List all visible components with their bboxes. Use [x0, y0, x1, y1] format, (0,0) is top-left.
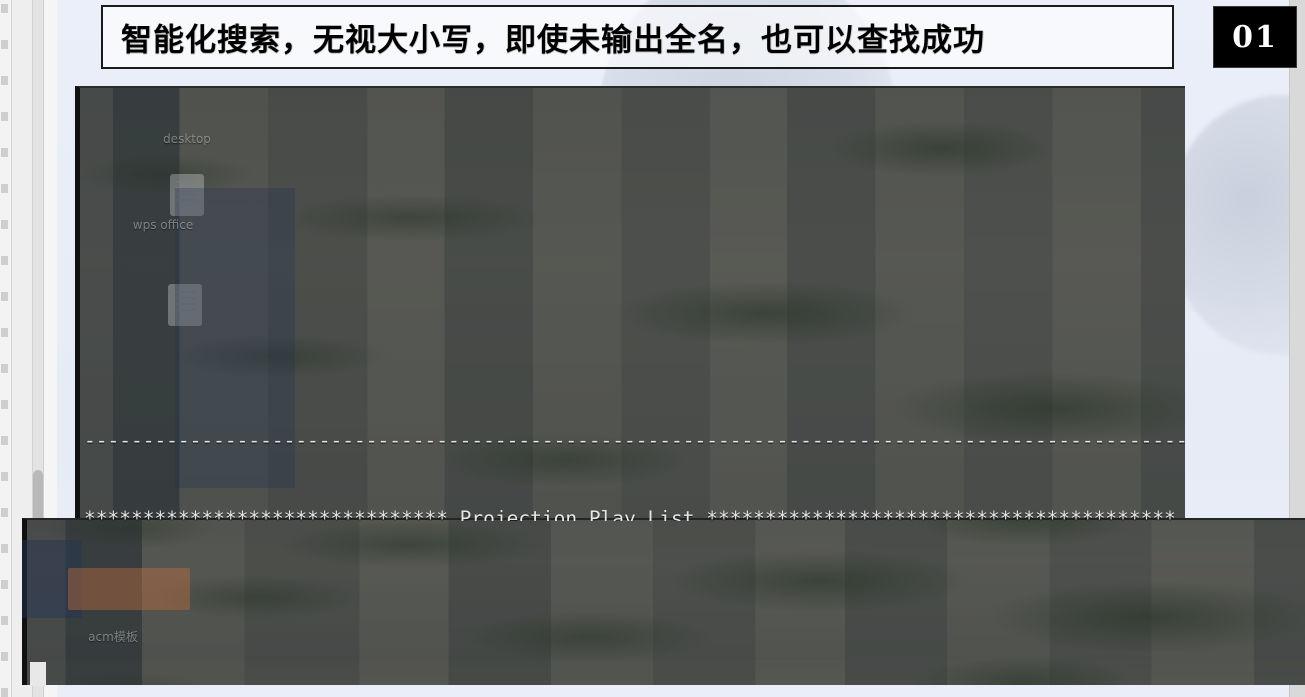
editor-left-rail: [0, 0, 12, 697]
result-terminal-content: **************** pig Play List *********…: [27, 650, 1305, 685]
result-terminal-window[interactable]: **************** pig Play List *********…: [22, 518, 1305, 685]
main-terminal-content: ----------------------------------------…: [80, 374, 1185, 521]
screenshot-root: 智能化搜索，无视大小写，即使未输出全名，也可以查找成功 01 desktop w…: [0, 0, 1305, 697]
slide-number-badge: 01: [1213, 6, 1297, 68]
desktop-icon-label-desktop: desktop: [163, 132, 211, 146]
desktop-icon-label-wps: wps office: [132, 218, 194, 232]
desktop-icon-label-acm: acm模板: [88, 630, 138, 644]
terminal-rule-top: ----------------------------------------…: [84, 429, 1185, 452]
page-title: 智能化搜索，无视大小写，即使未输出全名，也可以查找成功: [121, 22, 985, 59]
decorative-orb-secondary-icon: [1167, 95, 1305, 355]
terminal-cursor: [30, 662, 46, 686]
main-terminal-window[interactable]: desktop wps office ---------------------…: [75, 86, 1185, 521]
wallpaper-warm-region-bottom: [68, 568, 190, 610]
rail-tick-marks: [0, 0, 10, 697]
terminal-banner: ******************************* Projecti…: [84, 507, 1176, 521]
slide-title-box: 智能化搜索，无视大小写，即使未输出全名，也可以查找成功: [101, 5, 1174, 69]
slide-number-label: 01: [1232, 19, 1278, 55]
